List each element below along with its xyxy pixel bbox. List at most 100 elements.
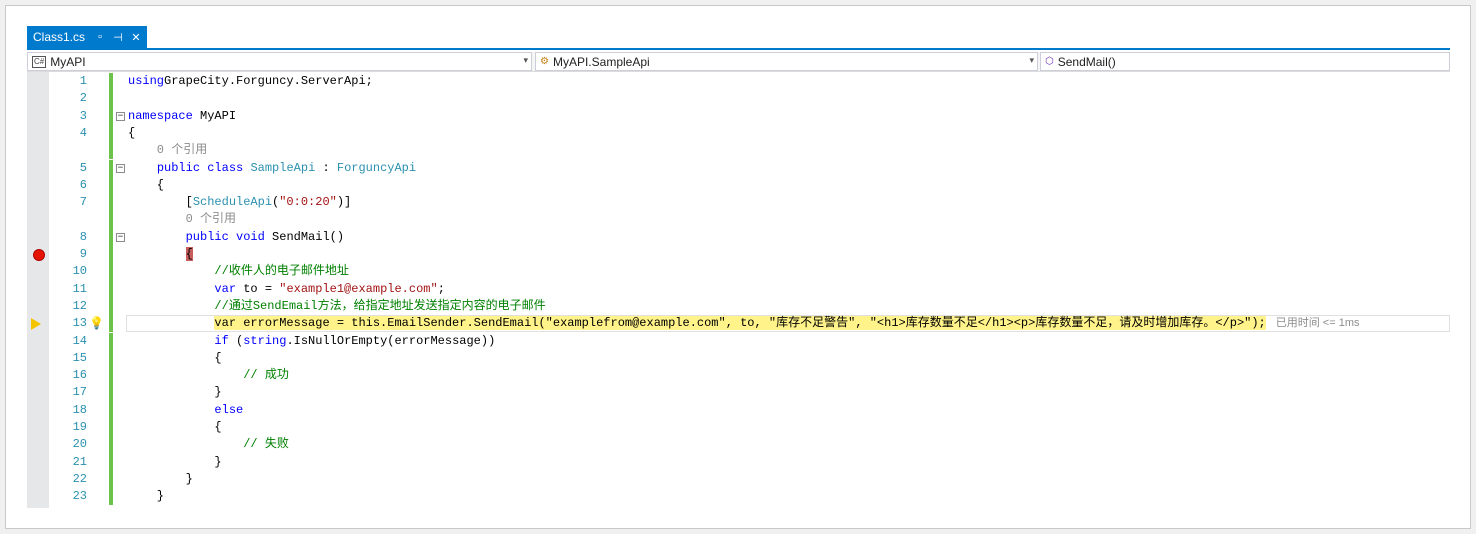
code-line[interactable]: 9 {	[27, 246, 1450, 264]
line-number: 22	[72, 471, 87, 486]
code-text: //收件人的电子邮件地址	[128, 264, 349, 279]
instruction-pointer-icon[interactable]	[31, 318, 41, 331]
change-indicator	[109, 401, 113, 419]
code-line[interactable]: 8 − public void SendMail()	[27, 228, 1450, 246]
change-indicator	[109, 107, 113, 125]
line-number: 1	[79, 74, 87, 88]
change-indicator	[109, 176, 113, 195]
change-indicator	[109, 384, 113, 402]
code-line[interactable]: 17 }	[27, 384, 1450, 402]
code-editor[interactable]: 1 usingGrapeCity.Forguncy.ServerApi; 2 3− na…	[27, 72, 1450, 508]
line-number: 21	[72, 454, 87, 469]
line-number: 12	[72, 298, 87, 313]
code-line[interactable]: 15 {	[27, 349, 1450, 368]
code-line[interactable]: 6 {	[27, 176, 1450, 195]
chevron-down-icon[interactable]: ▾	[1029, 55, 1034, 66]
code-line[interactable]: 12 //通过SendEmail方法，给指定地址发送指定内容的电子邮件	[27, 297, 1450, 316]
code-line[interactable]: 2	[27, 90, 1450, 108]
code-line[interactable]: 5 − public class SampleApi : ForguncyApi	[27, 159, 1450, 177]
code-text: {	[128, 125, 136, 140]
line-number: 8	[79, 229, 87, 244]
code-line[interactable]: 11 var to = "example1@example.com";	[27, 280, 1450, 298]
code-line[interactable]: 20 // 失败	[27, 436, 1450, 454]
tab-class1-cs[interactable]: Class1.cs ▫ ⊣ ✕	[27, 26, 147, 48]
code-line[interactable]: 21 }	[27, 453, 1450, 471]
close-icon[interactable]: ✕	[129, 31, 143, 44]
code-text: //通过SendEmail方法，给指定地址发送指定内容的电子邮件	[128, 298, 546, 313]
code-line[interactable]: 3 − namespace MyAPI	[27, 107, 1450, 125]
code-text: public void SendMail()	[185, 229, 345, 244]
type-dropdown-value: MyAPI.SampleApi	[552, 54, 650, 69]
change-indicator	[109, 246, 113, 264]
change-indicator	[109, 419, 113, 437]
collapse-icon[interactable]: −	[116, 111, 125, 121]
change-indicator	[109, 349, 113, 368]
line-number: 4	[79, 125, 87, 140]
member-dropdown-value: SendMail()	[1057, 54, 1116, 69]
code-line[interactable]: 7 [ScheduleApi("0:0:20")]	[27, 194, 1450, 212]
code-text: }	[128, 454, 222, 469]
code-line[interactable]: 10 //收件人的电子邮件地址	[27, 263, 1450, 281]
codelens-row[interactable]: 0 个引用	[27, 142, 1450, 160]
line-number: 10	[72, 264, 87, 279]
type-dropdown[interactable]: ⚙ MyAPI.SampleApi ▾	[535, 52, 1038, 71]
perf-tip: 已用时间 <= 1ms	[1275, 317, 1360, 330]
line-number: 14	[72, 333, 87, 348]
line-number: 17	[72, 385, 87, 400]
project-dropdown[interactable]: C# MyAPI ▾	[27, 52, 532, 71]
lightbulb-icon[interactable]: 💡	[89, 316, 104, 330]
code-text: else	[214, 402, 244, 417]
line-number: 2	[79, 91, 87, 106]
code-line[interactable]: 18 else	[27, 401, 1450, 419]
tab-underline	[27, 48, 1450, 50]
change-indicator	[109, 90, 113, 108]
line-number: 18	[72, 402, 87, 417]
code-text: }	[128, 471, 193, 486]
member-dropdown[interactable]: ⬡ SendMail()	[1040, 52, 1450, 71]
line-number: 23	[72, 489, 87, 504]
code-line[interactable]: 22 }	[27, 470, 1450, 489]
change-indicator	[109, 228, 113, 246]
line-number: 7	[79, 195, 87, 210]
code-line[interactable]: 16 // 成功	[27, 367, 1450, 385]
line-number: 9	[79, 247, 87, 261]
code-text: [ScheduleApi("0:0:20")]	[128, 195, 352, 210]
change-indicator	[109, 332, 113, 350]
codelens-references[interactable]: 0 个引用	[128, 211, 236, 228]
code-line[interactable]: 1 usingGrapeCity.Forguncy.ServerApi;	[27, 73, 1450, 91]
codelens-references[interactable]: 0 个引用	[128, 142, 207, 159]
change-indicator	[109, 263, 113, 281]
navigation-bar: C# MyAPI ▾ ⚙ MyAPI.SampleApi ▾ ⬡ SendMai…	[27, 52, 1450, 72]
change-indicator	[109, 280, 113, 298]
code-line[interactable]: 4{	[27, 124, 1450, 143]
breakpoint-icon[interactable]	[33, 249, 45, 261]
line-number: 3	[79, 108, 87, 123]
codelens-row[interactable]: 0 个引用	[27, 211, 1450, 229]
code-line[interactable]: 💡 13 var errorMessage = this.EmailSender.…	[27, 315, 1450, 333]
code-text: {	[128, 177, 165, 192]
code-line[interactable]: 19 {	[27, 419, 1450, 437]
collapse-icon[interactable]: −	[116, 163, 125, 173]
code-text: {	[128, 420, 222, 434]
line-number: 6	[79, 177, 87, 192]
change-indicator	[109, 124, 113, 143]
chevron-down-icon[interactable]: ▾	[523, 55, 528, 66]
code-text: var errorMessage = this.EmailSender.Send…	[214, 316, 1360, 331]
collapse-icon[interactable]: −	[116, 232, 125, 242]
code-text: // 成功	[128, 368, 289, 383]
pin-icon[interactable]: ⊣	[111, 31, 125, 44]
change-indicator	[109, 315, 113, 333]
line-number: 5	[79, 160, 87, 175]
class-icon: ⚙	[540, 56, 549, 67]
code-line[interactable]: 23 }	[27, 488, 1450, 506]
code-text: namespace MyAPI	[128, 108, 237, 123]
change-indicator	[109, 470, 113, 489]
dropdown-icon[interactable]: ▫	[93, 31, 107, 43]
code-line[interactable]: 14 if (string.IsNullOrEmpty(errorMessage…	[27, 332, 1450, 350]
change-indicator	[109, 488, 113, 506]
change-indicator	[109, 159, 113, 177]
method-icon: ⬡	[1045, 56, 1054, 67]
change-indicator	[109, 211, 113, 229]
line-number: 15	[72, 350, 87, 365]
code-text: // 失败	[128, 437, 289, 452]
